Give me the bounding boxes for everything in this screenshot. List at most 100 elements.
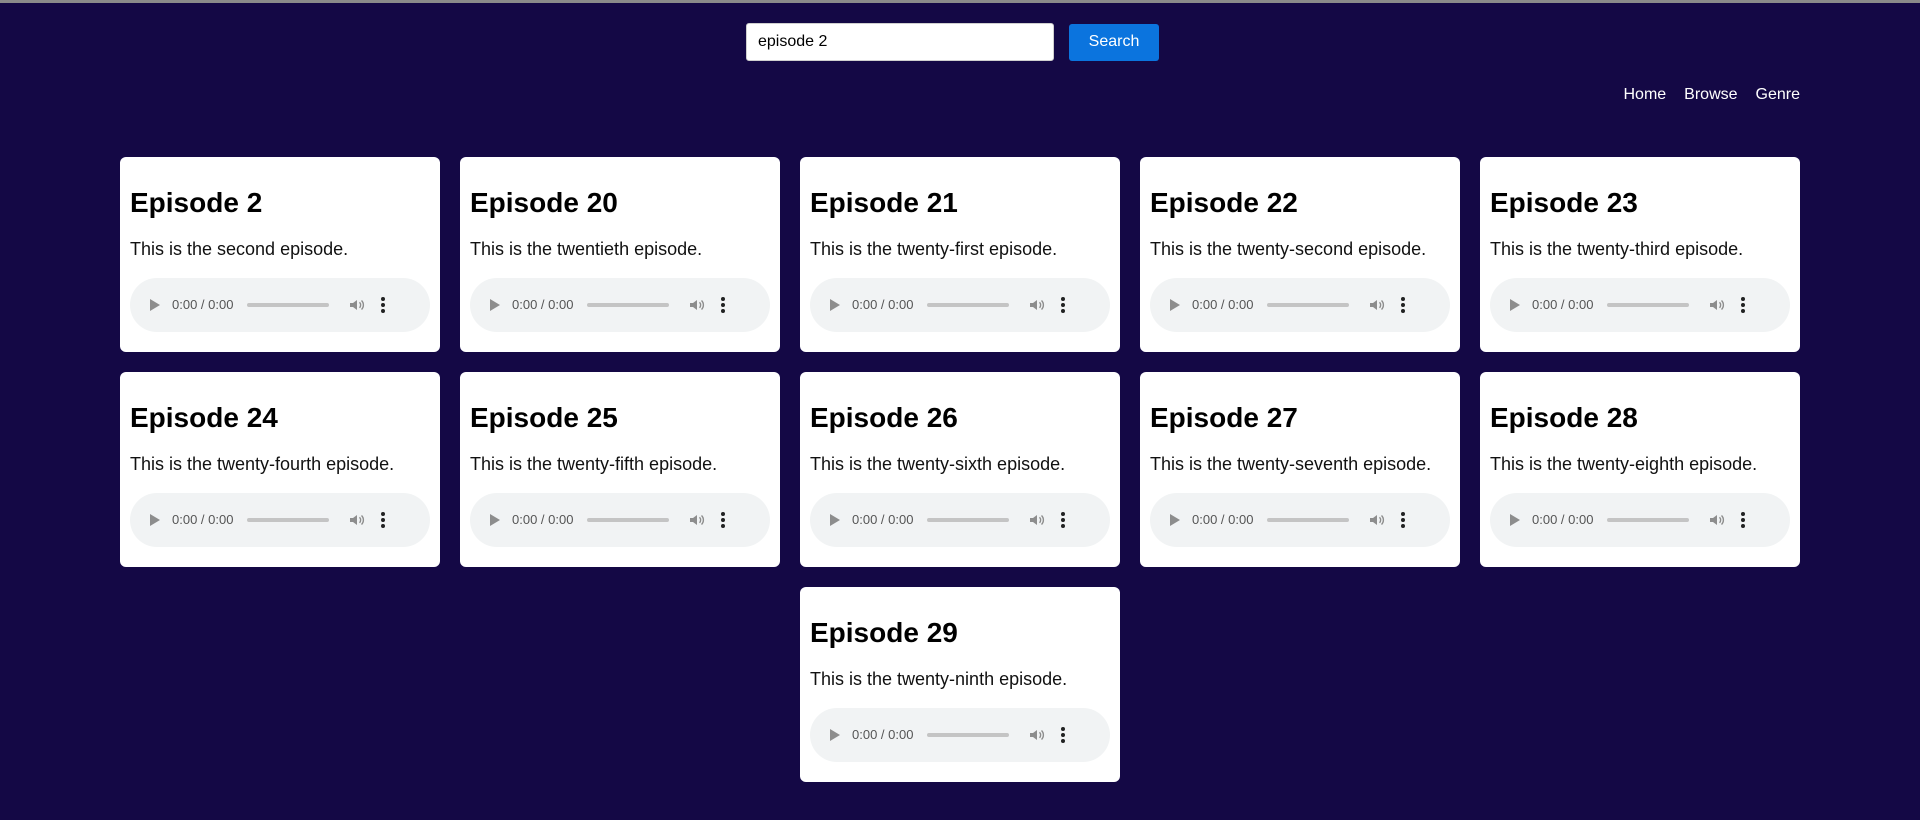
more-vertical-icon[interactable] bbox=[1401, 511, 1406, 528]
episode-description: This is the twenty-fifth episode. bbox=[470, 454, 718, 474]
progress-slider[interactable] bbox=[927, 517, 1010, 522]
volume-icon[interactable] bbox=[1029, 297, 1045, 313]
play-icon[interactable] bbox=[150, 513, 160, 526]
time-display: 0:00 / 0:00 bbox=[1532, 297, 1594, 313]
top-border bbox=[0, 0, 1920, 3]
more-vertical-icon[interactable] bbox=[1401, 296, 1406, 313]
time-display: 0:00 / 0:00 bbox=[852, 727, 914, 743]
episode-description: This is the second episode. bbox=[130, 239, 349, 259]
episode-card: Episode 29 This is the twenty-ninth epis… bbox=[800, 587, 1120, 782]
episode-title: Episode 21 bbox=[810, 187, 958, 218]
volume-icon[interactable] bbox=[349, 512, 365, 528]
nav-home-link[interactable]: Home bbox=[1623, 86, 1666, 104]
episode-description: This is the twenty-sixth episode. bbox=[810, 454, 1066, 474]
more-vertical-icon[interactable] bbox=[1741, 296, 1746, 313]
episode-description: This is the twenty-ninth episode. bbox=[810, 669, 1068, 689]
time-display: 0:00 / 0:00 bbox=[512, 297, 574, 313]
episode-card: Episode 22 This is the twenty-second epi… bbox=[1140, 157, 1460, 352]
audio-player: 0:00 / 0:00 bbox=[1490, 277, 1790, 332]
progress-slider[interactable] bbox=[927, 302, 1010, 307]
episode-title: Episode 29 bbox=[810, 617, 958, 648]
volume-icon[interactable] bbox=[1369, 512, 1385, 528]
episode-title: Episode 26 bbox=[810, 402, 958, 433]
progress-slider[interactable] bbox=[247, 517, 330, 522]
episode-description: This is the twenty-seventh episode. bbox=[1150, 454, 1432, 474]
episode-card: Episode 2 This is the second episode. 0:… bbox=[120, 157, 440, 352]
audio-player: 0:00 / 0:00 bbox=[130, 277, 430, 332]
episode-card: Episode 20 This is the twentieth episode… bbox=[460, 157, 780, 352]
progress-slider[interactable] bbox=[587, 517, 670, 522]
audio-player: 0:00 / 0:00 bbox=[810, 707, 1110, 762]
main-nav: Home Browse Genre bbox=[1623, 86, 1800, 104]
search-button[interactable]: Search bbox=[1069, 23, 1159, 61]
play-icon[interactable] bbox=[1170, 298, 1180, 311]
volume-icon[interactable] bbox=[1369, 297, 1385, 313]
episode-title: Episode 2 bbox=[130, 187, 263, 218]
volume-icon[interactable] bbox=[1709, 297, 1725, 313]
episode-description: This is the twenty-third episode. bbox=[1490, 239, 1744, 259]
episode-card: Episode 27 This is the twenty-seventh ep… bbox=[1140, 372, 1460, 567]
play-icon[interactable] bbox=[150, 298, 160, 311]
progress-slider[interactable] bbox=[1267, 517, 1350, 522]
episode-description: This is the twenty-second episode. bbox=[1150, 239, 1427, 259]
time-display: 0:00 / 0:00 bbox=[172, 512, 234, 528]
episode-card: Episode 25 This is the twenty-fifth epis… bbox=[460, 372, 780, 567]
episode-description: This is the twenty-fourth episode. bbox=[130, 454, 395, 474]
episode-title: Episode 24 bbox=[130, 402, 278, 433]
more-vertical-icon[interactable] bbox=[721, 296, 726, 313]
audio-player: 0:00 / 0:00 bbox=[470, 492, 770, 547]
more-vertical-icon[interactable] bbox=[1061, 296, 1066, 313]
play-icon[interactable] bbox=[1170, 513, 1180, 526]
volume-icon[interactable] bbox=[349, 297, 365, 313]
progress-slider[interactable] bbox=[927, 732, 1010, 737]
episode-card: Episode 23 This is the twenty-third epis… bbox=[1480, 157, 1800, 352]
audio-player: 0:00 / 0:00 bbox=[130, 492, 430, 547]
audio-player: 0:00 / 0:00 bbox=[1150, 277, 1450, 332]
more-vertical-icon[interactable] bbox=[721, 511, 726, 528]
play-icon[interactable] bbox=[830, 298, 840, 311]
episode-title: Episode 28 bbox=[1490, 402, 1638, 433]
search-input[interactable] bbox=[746, 23, 1054, 61]
more-vertical-icon[interactable] bbox=[1061, 511, 1066, 528]
volume-icon[interactable] bbox=[1709, 512, 1725, 528]
search-bar: Search bbox=[746, 23, 1159, 61]
episode-description: This is the twenty-first episode. bbox=[810, 239, 1058, 259]
progress-slider[interactable] bbox=[247, 302, 330, 307]
episode-card: Episode 24 This is the twenty-fourth epi… bbox=[120, 372, 440, 567]
episode-description: This is the twentieth episode. bbox=[470, 239, 703, 259]
time-display: 0:00 / 0:00 bbox=[852, 297, 914, 313]
progress-slider[interactable] bbox=[1607, 517, 1690, 522]
play-icon[interactable] bbox=[1510, 513, 1520, 526]
episode-grid: Episode 2 This is the second episode. 0:… bbox=[120, 157, 1800, 782]
audio-player: 0:00 / 0:00 bbox=[470, 277, 770, 332]
episode-title: Episode 20 bbox=[470, 187, 618, 218]
audio-player: 0:00 / 0:00 bbox=[810, 277, 1110, 332]
play-icon[interactable] bbox=[830, 513, 840, 526]
progress-slider[interactable] bbox=[587, 302, 670, 307]
time-display: 0:00 / 0:00 bbox=[1532, 512, 1594, 528]
more-vertical-icon[interactable] bbox=[1741, 511, 1746, 528]
episode-description: This is the twenty-eighth episode. bbox=[1490, 454, 1758, 474]
episode-card: Episode 21 This is the twenty-first epis… bbox=[800, 157, 1120, 352]
play-icon[interactable] bbox=[1510, 298, 1520, 311]
audio-player: 0:00 / 0:00 bbox=[810, 492, 1110, 547]
play-icon[interactable] bbox=[830, 728, 840, 741]
volume-icon[interactable] bbox=[689, 297, 705, 313]
time-display: 0:00 / 0:00 bbox=[1192, 297, 1254, 313]
nav-browse-link[interactable]: Browse bbox=[1684, 86, 1737, 104]
time-display: 0:00 / 0:00 bbox=[1192, 512, 1254, 528]
progress-slider[interactable] bbox=[1607, 302, 1690, 307]
episode-title: Episode 25 bbox=[470, 402, 618, 433]
progress-slider[interactable] bbox=[1267, 302, 1350, 307]
more-vertical-icon[interactable] bbox=[381, 511, 386, 528]
volume-icon[interactable] bbox=[689, 512, 705, 528]
more-vertical-icon[interactable] bbox=[1061, 726, 1066, 743]
volume-icon[interactable] bbox=[1029, 727, 1045, 743]
play-icon[interactable] bbox=[490, 298, 500, 311]
episode-card: Episode 26 This is the twenty-sixth epis… bbox=[800, 372, 1120, 567]
nav-genre-link[interactable]: Genre bbox=[1756, 86, 1800, 104]
episode-title: Episode 23 bbox=[1490, 187, 1638, 218]
more-vertical-icon[interactable] bbox=[381, 296, 386, 313]
play-icon[interactable] bbox=[490, 513, 500, 526]
volume-icon[interactable] bbox=[1029, 512, 1045, 528]
